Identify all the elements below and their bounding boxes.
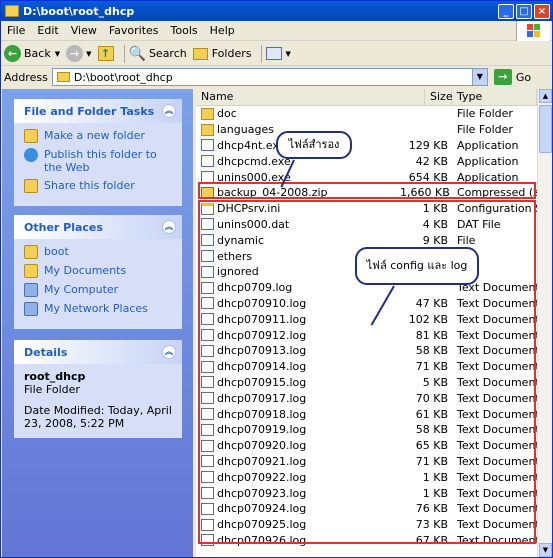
address-field[interactable]: D:\boot\root_dhcp ▼ <box>51 68 488 86</box>
app-file-icon <box>201 155 214 168</box>
toolbar-separator <box>123 44 125 63</box>
forward-button[interactable]: → ▼ <box>66 43 92 65</box>
address-label: Address <box>4 70 48 84</box>
back-arrow-icon: ← <box>4 45 21 62</box>
scroll-thumb[interactable] <box>539 105 552 153</box>
menu-file[interactable]: File <box>1 24 31 37</box>
globe-icon <box>24 148 38 162</box>
panel-header[interactable]: File and Folder Tasks ︽ <box>14 99 182 123</box>
details-modified: Date Modified: Today, April 23, 2008, 5:… <box>24 404 172 430</box>
maximize-button[interactable]: □ <box>516 3 532 19</box>
new-folder-icon <box>24 129 38 143</box>
place-my-network-places[interactable]: My Network Places <box>24 302 176 316</box>
column-type[interactable]: Type <box>452 89 537 106</box>
folder-icon <box>5 5 19 17</box>
column-size[interactable]: Size <box>425 89 453 106</box>
views-dropdown-icon: ▼ <box>285 49 291 58</box>
share-folder-link[interactable]: Share this folder <box>24 179 176 193</box>
backup-callout: ไฟล์สำรอง <box>276 131 352 159</box>
my-documents-icon <box>24 264 38 278</box>
folders-icon <box>192 47 208 60</box>
up-arrow-icon: ↑ <box>97 46 114 61</box>
menu-bar: File Edit View Favorites Tools Help <box>1 21 552 41</box>
table-row[interactable]: doc File Folder <box>196 106 537 122</box>
collapse-icon[interactable]: ︽ <box>162 220 176 234</box>
collapse-icon[interactable]: ︽ <box>162 104 176 118</box>
address-dropdown-icon[interactable]: ▼ <box>471 69 487 85</box>
folder-icon <box>24 245 38 259</box>
column-name[interactable]: Name <box>196 89 425 106</box>
backup-highlight-box <box>198 182 536 199</box>
place-my-documents[interactable]: My Documents <box>24 264 176 278</box>
back-dropdown-icon[interactable]: ▼ <box>55 50 60 58</box>
toolbar-separator <box>261 44 263 63</box>
publish-to-web-link[interactable]: Publish this folder to the Web <box>24 148 176 174</box>
vertical-scrollbar[interactable]: ▲ ▼ <box>537 89 552 557</box>
menu-edit[interactable]: Edit <box>31 24 64 37</box>
file-type: Application <box>457 154 519 168</box>
folder-file-icon <box>201 107 214 120</box>
file-name: dhcpcmd.exe <box>217 154 291 168</box>
scroll-up-icon[interactable]: ▲ <box>539 89 552 103</box>
window-title: D:\boot\root_dhcp <box>23 4 135 18</box>
file-size: 42 KB <box>415 154 448 168</box>
views-button[interactable]: ▼ <box>266 43 291 65</box>
minimize-button[interactable]: _ <box>498 3 514 19</box>
table-row[interactable]: dhcpcmd.exe 42 KB Application <box>196 153 537 169</box>
search-icon: 🔍 <box>128 45 146 62</box>
config-log-callout: ไฟล์ config และ log <box>355 247 479 285</box>
menu-favorites[interactable]: Favorites <box>103 24 165 37</box>
file-type: Application <box>457 138 519 152</box>
toolbar: ← Back ▼ → ▼ ↑ 🔍 Search Folders ▼ <box>1 42 552 66</box>
column-header: Name Size Type <box>196 89 537 106</box>
computer-icon <box>24 283 38 297</box>
file-type: File Folder <box>457 123 513 137</box>
file-name: doc <box>217 107 237 121</box>
go-arrow-icon: → <box>493 69 512 85</box>
place-boot[interactable]: boot <box>24 245 176 259</box>
file-list: Name Size Type doc File Folder languages Fi… <box>196 89 552 557</box>
go-button[interactable]: → Go <box>493 69 531 85</box>
panel-header[interactable]: Details ︽ <box>14 340 182 364</box>
share-icon <box>24 179 38 193</box>
folders-button[interactable]: Folders <box>192 43 251 65</box>
folder-file-icon <box>201 123 214 136</box>
forward-arrow-icon: → <box>66 45 84 62</box>
panel-header[interactable]: Other Places ︽ <box>14 215 182 239</box>
app-file-icon <box>201 139 214 152</box>
other-places-panel: Other Places ︽ boot My Documents My Comp… <box>14 215 182 329</box>
menu-help[interactable]: Help <box>204 24 241 37</box>
title-bar[interactable]: D:\boot\root_dhcp _ □ × <box>1 1 552 21</box>
address-bar: Address D:\boot\root_dhcp ▼ → Go <box>1 66 552 88</box>
scroll-down-icon[interactable]: ▼ <box>539 543 552 557</box>
task-pane: File and Folder Tasks ︽ Make a new folde… <box>2 89 193 557</box>
up-folder-button[interactable]: ↑ <box>97 43 114 65</box>
collapse-icon[interactable]: ︽ <box>162 345 176 359</box>
explorer-window: D:\boot\root_dhcp _ □ × File Edit View F… <box>0 0 553 558</box>
details-panel: Details ︽ root_dhcp File Folder Date Mod… <box>14 340 182 438</box>
file-type: File Folder <box>457 107 513 121</box>
details-type: File Folder <box>24 383 80 396</box>
place-my-computer[interactable]: My Computer <box>24 283 176 297</box>
close-button[interactable]: × <box>534 3 550 19</box>
file-name-cell: doc <box>196 107 400 120</box>
views-icon <box>266 47 283 60</box>
make-new-folder-link[interactable]: Make a new folder <box>24 129 176 143</box>
address-value: D:\boot\root_dhcp <box>73 70 173 84</box>
table-row[interactable]: dhcp4nt.exe 129 KB Application <box>196 138 537 154</box>
file-folder-tasks-panel: File and Folder Tasks ︽ Make a new folde… <box>14 99 182 206</box>
file-size: 129 KB <box>408 138 448 152</box>
menu-view[interactable]: View <box>65 24 103 37</box>
file-name: languages <box>217 123 274 137</box>
details-name: root_dhcp <box>24 370 86 383</box>
folder-icon <box>56 72 70 82</box>
forward-dropdown-icon[interactable]: ▼ <box>86 50 91 58</box>
table-row[interactable]: languages File Folder <box>196 122 537 138</box>
menu-tools[interactable]: Tools <box>165 24 204 37</box>
windows-logo-icon <box>516 21 550 41</box>
network-icon <box>24 302 38 316</box>
search-button[interactable]: 🔍 Search <box>129 43 187 65</box>
back-button[interactable]: ← Back ▼ <box>4 43 60 65</box>
